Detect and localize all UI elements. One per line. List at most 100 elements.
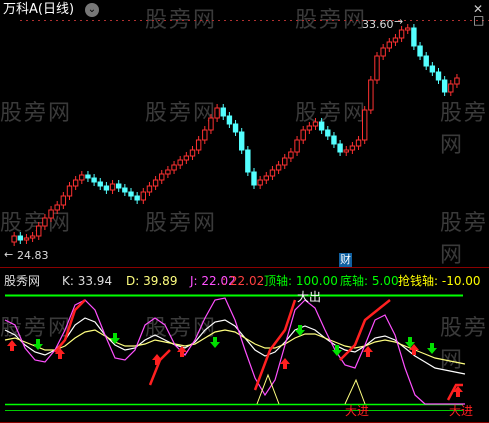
candle-body bbox=[208, 117, 214, 131]
up-arrow-icon bbox=[7, 340, 17, 351]
candle-body bbox=[355, 139, 362, 147]
stock-chart-window: 股旁网 股旁网 股旁网 股旁网 股旁网 股旁网 股旁网 股旁网 股旁网 股旁网 … bbox=[0, 0, 489, 423]
candle-body bbox=[392, 37, 399, 43]
candle-body bbox=[116, 183, 122, 189]
candle-body bbox=[275, 164, 282, 171]
signal-arrows bbox=[7, 325, 463, 397]
candle-body bbox=[429, 65, 436, 73]
candle-body bbox=[368, 79, 374, 111]
candle-body bbox=[195, 139, 202, 151]
candle-body bbox=[202, 129, 208, 141]
candle-body bbox=[239, 131, 245, 151]
candle-body bbox=[331, 135, 337, 145]
finance-marker[interactable]: 财 bbox=[339, 253, 352, 267]
candle-body bbox=[386, 41, 393, 49]
candle-body bbox=[405, 27, 411, 31]
candle-body bbox=[349, 145, 356, 151]
stock-title[interactable]: 万科A(日线) bbox=[3, 3, 74, 17]
signal-in-label: 大进 bbox=[345, 404, 370, 418]
candle-body bbox=[146, 185, 153, 193]
candle-body bbox=[398, 29, 405, 39]
signal-segment bbox=[446, 383, 463, 401]
down-arrow-icon bbox=[427, 343, 437, 354]
candle-body bbox=[411, 27, 417, 47]
candle-body bbox=[435, 71, 442, 81]
candle-body bbox=[48, 209, 54, 219]
candle-body bbox=[417, 45, 423, 57]
indicator-lines bbox=[4, 297, 466, 405]
candle-body bbox=[306, 125, 313, 131]
up-arrow-icon bbox=[280, 358, 290, 369]
chart-canvas[interactable] bbox=[0, 0, 489, 423]
candle-body bbox=[263, 175, 270, 181]
candle-body bbox=[441, 79, 448, 93]
bottom-spike bbox=[344, 378, 366, 405]
candle-body bbox=[103, 185, 110, 191]
candle-body bbox=[165, 169, 171, 175]
candle-body bbox=[300, 129, 306, 141]
candle-body bbox=[454, 77, 460, 85]
down-arrow-icon bbox=[210, 337, 220, 348]
high-price-label: 33.60 bbox=[362, 18, 394, 31]
candle-body bbox=[257, 179, 263, 186]
arrow-icon: ← bbox=[4, 248, 14, 261]
candle-body bbox=[128, 191, 134, 197]
candle-body bbox=[79, 174, 85, 181]
candle-body bbox=[66, 185, 73, 197]
candle-body bbox=[343, 149, 349, 153]
candle-body bbox=[220, 107, 226, 117]
candle-body bbox=[232, 123, 239, 133]
candle-body bbox=[97, 181, 103, 187]
signal-out-label: 大出 bbox=[297, 290, 322, 304]
chevron-down-icon[interactable]: ⌄ bbox=[85, 3, 99, 17]
candle-body bbox=[23, 237, 30, 241]
arrow-icon: → bbox=[394, 15, 404, 28]
candle-body bbox=[72, 179, 79, 187]
candle-body bbox=[282, 157, 288, 166]
candle-body bbox=[177, 159, 183, 166]
signal-in-label: 大进 bbox=[449, 404, 474, 418]
candlestick-series bbox=[11, 24, 460, 246]
candle-body bbox=[11, 235, 17, 243]
candle-body bbox=[251, 171, 257, 186]
candle-body bbox=[183, 155, 190, 161]
indicator-name[interactable]: 股秀网 bbox=[4, 274, 40, 288]
candle-body bbox=[294, 139, 300, 153]
candle-body bbox=[36, 225, 42, 237]
candle-body bbox=[54, 204, 60, 211]
candle-body bbox=[91, 177, 97, 183]
candle-body bbox=[380, 47, 386, 57]
maximize-icon[interactable]: □ bbox=[473, 13, 484, 27]
candle-body bbox=[159, 173, 165, 181]
signal-segment bbox=[148, 349, 171, 386]
candle-body bbox=[17, 235, 24, 241]
signal-segment bbox=[54, 299, 86, 353]
candle-body bbox=[42, 217, 48, 227]
candle-body bbox=[448, 83, 454, 93]
candle-body bbox=[318, 121, 325, 131]
candle-body bbox=[140, 191, 147, 201]
d-value: D: 39.89 bbox=[126, 274, 178, 288]
candle-body bbox=[29, 235, 36, 239]
candle-body bbox=[269, 169, 276, 177]
signal-segment bbox=[253, 299, 297, 391]
candle-body bbox=[423, 55, 429, 67]
candle-body bbox=[60, 195, 67, 206]
grab-axis-value: 抢钱轴: -10.00 bbox=[398, 274, 481, 288]
candle-body bbox=[245, 149, 251, 173]
candle-body bbox=[312, 121, 319, 127]
up-arrow-icon bbox=[152, 354, 162, 365]
low-price-label: 24.83 bbox=[17, 249, 49, 262]
top-axis-value: 顶轴: 100.00 bbox=[264, 274, 338, 288]
candle-body bbox=[374, 55, 380, 81]
candle-body bbox=[288, 151, 294, 159]
candle-body bbox=[226, 115, 233, 125]
bottom-axis-value: 底轴: 5.00 bbox=[340, 274, 399, 288]
candle-body bbox=[109, 183, 116, 191]
candle-body bbox=[134, 195, 140, 201]
candle-body bbox=[122, 187, 128, 193]
extra-value: : 22.02 bbox=[222, 274, 265, 288]
candle-body bbox=[362, 109, 368, 141]
candle-body bbox=[189, 149, 196, 157]
k-value: K: 33.94 bbox=[62, 274, 113, 288]
